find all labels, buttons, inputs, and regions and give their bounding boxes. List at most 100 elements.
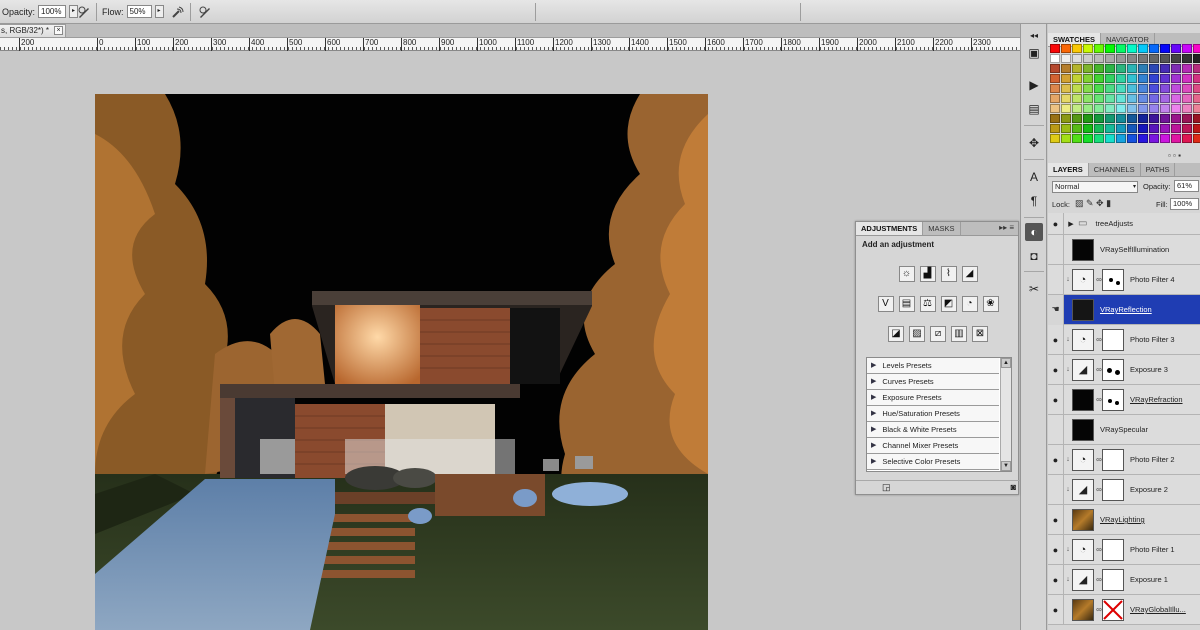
color-swatch[interactable] [1193, 94, 1200, 103]
color-swatch[interactable] [1171, 84, 1181, 93]
color-swatch[interactable] [1171, 94, 1181, 103]
color-swatch[interactable] [1182, 64, 1192, 73]
animation-icon[interactable]: ▤ [1025, 100, 1043, 118]
color-swatch[interactable] [1105, 84, 1115, 93]
hand-cursor-icon[interactable]: ☚ [1048, 294, 1064, 325]
color-swatch[interactable] [1061, 74, 1071, 83]
exposure-icon[interactable]: ◢ [961, 266, 978, 282]
flow-input[interactable]: 50% [126, 5, 152, 18]
color-swatch[interactable] [1116, 104, 1126, 113]
history-icon[interactable]: ▣ [1025, 44, 1043, 62]
color-swatch[interactable] [1193, 44, 1200, 53]
airbrush-icon[interactable] [170, 4, 186, 20]
color-swatch[interactable] [1171, 44, 1181, 53]
color-swatch[interactable] [1193, 84, 1200, 93]
color-swatch[interactable] [1105, 94, 1115, 103]
color-swatch[interactable] [1105, 114, 1115, 123]
vibrance-icon[interactable]: V [877, 296, 894, 312]
color-swatch[interactable] [1094, 114, 1104, 123]
color-swatch[interactable] [1127, 54, 1137, 63]
return-to-list-icon[interactable]: ◲ [882, 482, 891, 493]
color-swatch[interactable] [1116, 84, 1126, 93]
color-swatch[interactable] [1061, 44, 1071, 53]
color-swatch[interactable] [1171, 54, 1181, 63]
color-swatch[interactable] [1160, 134, 1170, 143]
swatch-panel-buttons[interactable]: ▫ ▫ ▪ [1168, 151, 1181, 160]
layer-row[interactable]: ● ↓ ◔ ∞ Photo Filter 1 [1048, 534, 1200, 565]
photo-filter-icon[interactable]: ◔ [961, 296, 978, 312]
color-swatch[interactable] [1149, 64, 1159, 73]
eye-icon[interactable]: ● [1048, 354, 1064, 385]
color-swatch[interactable] [1182, 84, 1192, 93]
color-swatch[interactable] [1072, 104, 1082, 113]
actions-icon[interactable]: ▶ [1025, 76, 1043, 94]
color-swatch[interactable] [1138, 84, 1148, 93]
preset-item[interactable]: ▶ Curves Presets [867, 374, 999, 390]
color-swatch[interactable] [1127, 84, 1137, 93]
curves-icon[interactable]: ⌇ [940, 266, 957, 282]
layer-row[interactable]: ● ∞ VRayRefraction [1048, 384, 1200, 415]
presets-scrollbar[interactable]: ▲ ▼ [1000, 358, 1011, 471]
preset-item[interactable]: ▶ Exposure Presets [867, 390, 999, 406]
color-swatch[interactable] [1160, 94, 1170, 103]
color-swatch[interactable] [1116, 54, 1126, 63]
color-swatch[interactable] [1160, 114, 1170, 123]
preset-item[interactable]: ▶ Selective Color Presets [867, 454, 999, 470]
color-swatch[interactable] [1072, 64, 1082, 73]
layer-opacity-input[interactable]: 61% [1174, 180, 1199, 192]
opacity-input[interactable]: 100% [38, 5, 67, 18]
tool-presets-icon[interactable]: ✥ [1025, 134, 1043, 152]
color-swatch[interactable] [1094, 104, 1104, 113]
paragraph-icon[interactable]: ¶ [1025, 192, 1043, 210]
tab-paths[interactable]: PATHS [1141, 163, 1176, 176]
brightness-contrast-icon[interactable]: ☼ [898, 266, 915, 282]
color-swatch[interactable] [1116, 94, 1126, 103]
color-swatch[interactable] [1138, 124, 1148, 133]
layer-row[interactable]: ● ∞ VRayGlobalIllu... [1048, 594, 1200, 625]
color-swatch[interactable] [1182, 114, 1192, 123]
color-swatch[interactable] [1127, 64, 1137, 73]
color-swatch[interactable] [1138, 54, 1148, 63]
color-swatch[interactable] [1160, 44, 1170, 53]
color-swatch[interactable] [1050, 104, 1060, 113]
eye-icon[interactable]: ● [1048, 564, 1064, 595]
pressure-size-icon[interactable] [197, 4, 213, 20]
color-swatch[interactable] [1083, 64, 1093, 73]
preset-item[interactable]: ▶ Black & White Presets [867, 422, 999, 438]
pressure-opacity-icon[interactable] [76, 4, 92, 20]
color-swatch[interactable] [1193, 74, 1200, 83]
swatch-grid[interactable] [1050, 44, 1200, 152]
color-swatch[interactable] [1050, 64, 1060, 73]
color-swatch[interactable] [1061, 104, 1071, 113]
color-swatch[interactable] [1072, 124, 1082, 133]
color-swatch[interactable] [1138, 114, 1148, 123]
layer-row[interactable]: ↓ ◢ ∞ Exposure 2 [1048, 474, 1200, 505]
color-swatch[interactable] [1105, 44, 1115, 53]
color-swatch[interactable] [1149, 104, 1159, 113]
color-swatch[interactable] [1105, 124, 1115, 133]
color-swatch[interactable] [1193, 64, 1200, 73]
gradient-map-icon[interactable]: ▥ [951, 326, 967, 342]
color-swatch[interactable] [1182, 104, 1192, 113]
eye-icon[interactable] [1048, 414, 1064, 445]
color-swatch[interactable] [1160, 124, 1170, 133]
color-swatch[interactable] [1094, 64, 1104, 73]
flow-dropdown-button[interactable]: ▸ [154, 5, 164, 18]
color-swatch[interactable] [1083, 44, 1093, 53]
color-swatch[interactable] [1094, 94, 1104, 103]
color-swatch[interactable] [1094, 134, 1104, 143]
color-swatch[interactable] [1083, 124, 1093, 133]
color-swatch[interactable] [1127, 124, 1137, 133]
color-swatch[interactable] [1116, 114, 1126, 123]
color-swatch[interactable] [1094, 124, 1104, 133]
scroll-up-icon[interactable]: ▲ [1001, 358, 1011, 368]
color-swatch[interactable] [1138, 44, 1148, 53]
color-swatch[interactable] [1182, 44, 1192, 53]
color-swatch[interactable] [1094, 44, 1104, 53]
threshold-icon[interactable]: ⧄ [930, 326, 946, 342]
color-swatch[interactable] [1116, 134, 1126, 143]
color-swatch[interactable] [1094, 54, 1104, 63]
color-swatch[interactable] [1050, 124, 1060, 133]
color-swatch[interactable] [1116, 124, 1126, 133]
color-swatch[interactable] [1149, 84, 1159, 93]
